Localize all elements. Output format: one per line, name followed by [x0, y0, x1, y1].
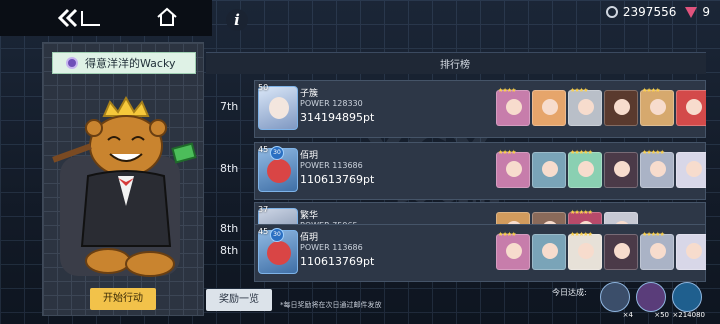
rank-label: 8th	[220, 162, 239, 175]
team-character	[604, 152, 638, 188]
player-name: 繁华	[300, 211, 319, 221]
player-points: 110613769pt	[300, 173, 375, 186]
daily-achieved-label: 今日达成:	[552, 288, 587, 297]
team-character	[676, 234, 706, 270]
home-icon	[157, 7, 177, 26]
team-lineup: ★★★★ ★★★★ ★★★★	[496, 87, 706, 126]
coin-icon	[605, 6, 618, 18]
player-level: 50	[258, 83, 269, 92]
team-character: ★★★★★	[640, 231, 674, 270]
daily-reward-item[interactable]: ×214080	[672, 282, 705, 319]
daily-rewards: ×4 ×50 ×214080	[600, 282, 705, 319]
team-character	[604, 234, 638, 270]
currency-bar: 2397556 9	[605, 5, 710, 19]
player-name: 佰玥	[300, 233, 319, 243]
daily-reward-item[interactable]: ×50	[636, 282, 669, 319]
gem-value: 9	[702, 5, 710, 19]
daily-reward-count: ×50	[654, 311, 669, 319]
team-character: ★★★★	[568, 87, 602, 126]
team-character	[532, 234, 566, 270]
team-character: ★★★★★	[568, 231, 602, 270]
team-lineup: ★★★★ ★★★★★ ★★★★★	[496, 149, 706, 188]
player-level: 45	[258, 145, 269, 154]
daily-reward-item[interactable]: ×4	[600, 282, 633, 319]
top-nav-bar	[0, 0, 212, 36]
player-power: POWER 113686	[300, 161, 363, 170]
coin-value: 2397556	[622, 5, 677, 19]
player-avatar	[258, 86, 298, 130]
team-character: ★★★★	[496, 231, 530, 270]
info-button[interactable]: i	[226, 9, 248, 31]
team-character	[532, 90, 566, 126]
player-name: 佰玥	[300, 151, 319, 161]
player-points: 314194895pt	[300, 111, 375, 124]
rank-label: 7th	[220, 100, 239, 113]
team-character: ★★★★	[496, 87, 530, 126]
reward-list-button[interactable]: 奖励一览	[206, 289, 272, 311]
player-points: 110613769pt	[300, 255, 375, 268]
team-character	[676, 152, 706, 188]
leaderboard-row[interactable]: 8th 45 30 佰玥 POWER 113686 110613769pt ★★…	[206, 224, 706, 282]
team-lineup: ★★★★ ★★★★★ ★★★★★	[496, 231, 706, 270]
team-character: ★★★★	[496, 149, 530, 188]
player-badge: 30	[270, 228, 284, 242]
gem-icon	[685, 6, 698, 18]
back-button[interactable]	[56, 7, 102, 29]
player-level: 37	[258, 205, 269, 214]
team-character: ★★★★	[640, 87, 674, 126]
leaderboard-row[interactable]: 8th 45 30 佰玥 POWER 113686 110613769pt ★★…	[206, 142, 706, 200]
wacky-mascot-image	[52, 96, 197, 277]
player-name: 子簇	[300, 89, 319, 99]
start-action-button[interactable]: 开始行动	[90, 288, 156, 310]
leaderboard-row[interactable]: 7th 50 子簇 POWER 128330 314194895pt ★★★★ …	[206, 80, 706, 138]
boss-title-icon	[66, 57, 78, 69]
home-button[interactable]	[156, 6, 178, 28]
back-arrow-icon	[57, 8, 100, 28]
team-character	[604, 90, 638, 126]
reward-note: *每日奖励将在次日通过邮件发放	[280, 301, 382, 309]
player-badge: 30	[270, 146, 284, 160]
team-character	[532, 152, 566, 188]
player-power: POWER 113686	[300, 243, 363, 252]
daily-reward-count: ×214080	[672, 311, 705, 319]
team-character: ★★★★★	[640, 149, 674, 188]
rank-label: 8th	[220, 244, 239, 257]
daily-reward-count: ×4	[622, 311, 633, 319]
team-character: ★★★★★	[568, 149, 602, 188]
leaderboard-list[interactable]: 7th 50 子簇 POWER 128330 314194895pt ★★★★ …	[206, 76, 706, 284]
player-power: POWER 128330	[300, 99, 363, 108]
player-level: 45	[258, 227, 269, 236]
team-character	[676, 90, 706, 126]
leaderboard-title: 排行榜	[440, 60, 470, 71]
